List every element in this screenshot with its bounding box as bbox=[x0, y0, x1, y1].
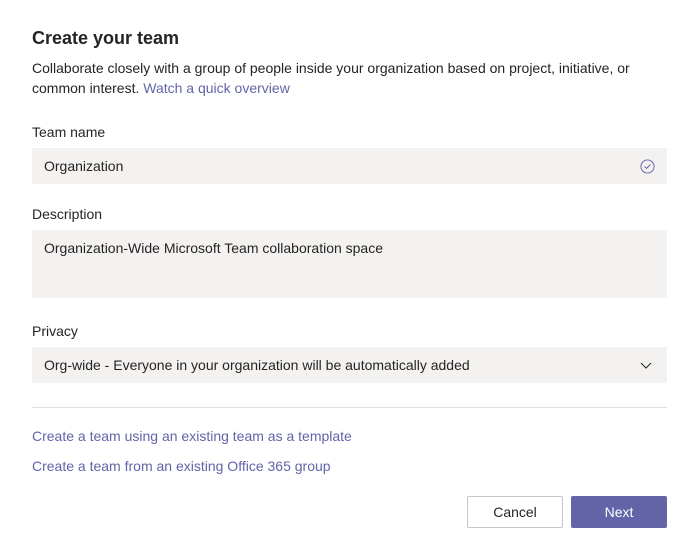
team-name-input[interactable] bbox=[32, 148, 667, 184]
description-label: Description bbox=[32, 206, 667, 222]
cancel-button[interactable]: Cancel bbox=[467, 496, 563, 528]
dialog-title: Create your team bbox=[32, 28, 667, 49]
divider bbox=[32, 407, 667, 408]
team-name-input-wrapper bbox=[32, 148, 667, 184]
template-link[interactable]: Create a team using an existing team as … bbox=[32, 428, 667, 444]
privacy-field: Privacy Org-wide - Everyone in your orga… bbox=[32, 323, 667, 383]
description-input[interactable]: Organization-Wide Microsoft Team collabo… bbox=[32, 230, 667, 298]
o365-link[interactable]: Create a team from an existing Office 36… bbox=[32, 458, 667, 474]
team-name-field: Team name bbox=[32, 124, 667, 184]
dialog-subtitle: Collaborate closely with a group of peop… bbox=[32, 59, 667, 98]
privacy-select-wrapper: Org-wide - Everyone in your organization… bbox=[32, 347, 667, 383]
description-field: Description Organization-Wide Microsoft … bbox=[32, 206, 667, 301]
next-button[interactable]: Next bbox=[571, 496, 667, 528]
privacy-select[interactable]: Org-wide - Everyone in your organization… bbox=[32, 347, 667, 383]
subtitle-text: Collaborate closely with a group of peop… bbox=[32, 60, 630, 96]
checkmark-circle-icon bbox=[639, 158, 655, 174]
overview-link[interactable]: Watch a quick overview bbox=[143, 80, 290, 96]
privacy-label: Privacy bbox=[32, 323, 667, 339]
dialog-footer: Cancel Next bbox=[32, 496, 667, 528]
team-name-label: Team name bbox=[32, 124, 667, 140]
